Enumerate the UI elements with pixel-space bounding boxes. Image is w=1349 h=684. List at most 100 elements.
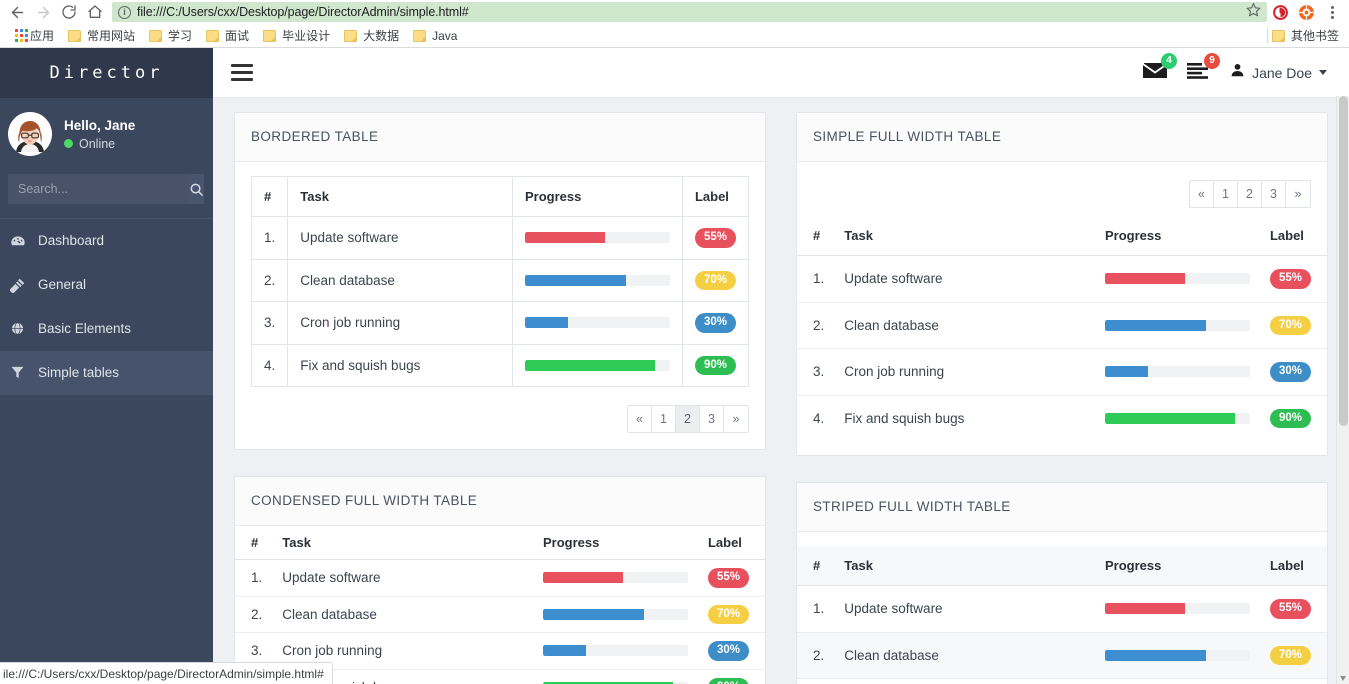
status-badge: 30% [707,641,749,661]
bookmarks-bar: 应用 常用网站 学习 面试 毕业设计 大数据 Java 其他书签 [0,24,1349,48]
row-progress [1094,348,1260,395]
progress-fill [1104,366,1149,378]
user-menu[interactable]: Jane Doe [1230,62,1327,83]
browser-status-bar: ile:///C:/Users/cxx/Desktop/page/Directo… [0,662,333,684]
user-status: Online [64,137,135,151]
card-body: # Task Progress Label 1. Update software [235,526,765,684]
sidebar-nav: Dashboard General Basic Elements Simple … [0,218,213,395]
pagination-bordered: « 1 2 3 » [251,405,749,433]
row-progress [511,258,683,302]
hamburger-icon[interactable] [231,64,253,81]
card-header: SIMPLE FULL WIDTH TABLE [797,113,1327,162]
column-header-task: Task [287,176,513,217]
brand-text: Director [49,63,164,83]
row-label: 90% [1259,394,1327,441]
row-number: 4. [250,343,289,387]
row-number: 2. [797,631,835,679]
status-badge: 90% [1269,408,1311,428]
sidebar-item-basic-elements[interactable]: Basic Elements [0,307,213,351]
pagination-page-1[interactable]: 1 [652,406,676,432]
row-progress [532,559,698,596]
pagination-prev[interactable]: « [628,406,652,432]
pagination-page-3[interactable]: 3 [1262,181,1286,207]
row-number: 2. [797,301,835,349]
home-icon[interactable] [82,1,108,23]
messages-button[interactable]: 4 [1143,52,1178,84]
row-progress [511,343,683,387]
pagination-page-2[interactable]: 2 [676,406,700,432]
progress-bar [1104,649,1250,661]
bordered-table: # Task Progress Label 1. Update software [250,176,750,387]
globe-icon [10,321,34,336]
folder-icon [344,29,358,42]
brand-logo[interactable]: Director [0,48,213,98]
progress-bar [1104,273,1250,285]
pagination-page-1[interactable]: 1 [1214,181,1238,207]
card-body: # Task Progress Label 1. Update software [797,532,1327,684]
other-bookmarks-button[interactable]: 其他书签 [1266,27,1343,44]
pagination-page-3[interactable]: 3 [700,406,724,432]
browser-nav-bar: i file:///C:/Users/cxx/Desktop/page/Dire… [0,0,1349,24]
row-task: Cron job running [834,348,1095,395]
bookmark-label: 大数据 [363,29,400,43]
scrollbar-thumb[interactable] [1339,96,1348,426]
reload-icon[interactable] [56,1,82,23]
status-bar-url: ile:///C:/Users/cxx/Desktop/page/Directo… [3,666,324,681]
column-header-progress: Progress [1094,216,1260,256]
other-bookmarks-label: 其他书签 [1290,29,1339,43]
status-badge: 55% [1269,599,1311,619]
caret-down-icon [1319,70,1327,75]
progress-fill [1104,319,1207,331]
bookmark-item[interactable]: 毕业设计 [256,27,337,44]
sidebar-item-simple-tables[interactable]: Simple tables [0,351,213,395]
extension-ball-icon[interactable] [1293,4,1319,21]
card-header: STRIPED FULL WIDTH TABLE [797,483,1327,532]
status-badge: 90% [707,677,749,684]
row-number: 2. [235,595,273,633]
sidebar-search [8,174,204,204]
address-bar[interactable]: i file:///C:/Users/cxx/Desktop/page/Dire… [112,2,1267,22]
search-input[interactable] [8,174,189,204]
bookmark-label: 学习 [168,29,193,43]
card-bordered-table: BORDERED TABLE # Task Progress Label 1. … [234,112,766,450]
row-task: Clean database [834,301,1095,349]
star-icon[interactable] [1240,2,1261,22]
search-button[interactable] [189,174,204,204]
site-info-icon[interactable]: i [118,5,131,19]
sidebar-item-general[interactable]: General [0,263,213,307]
bookmark-item[interactable]: 面试 [199,27,256,44]
bookmark-item[interactable]: Java [406,29,464,43]
dashboard-icon [10,233,34,249]
back-arrow-icon[interactable] [4,1,30,23]
browser-menu-icon[interactable] [1319,5,1345,19]
bookmark-label: Java [432,28,458,43]
pagination-next[interactable]: » [724,406,748,432]
bookmark-item[interactable]: 常用网站 [61,27,142,44]
bookmark-label: 毕业设计 [282,29,331,43]
column-header-progress: Progress [511,176,683,217]
tasks-button[interactable]: 9 [1187,52,1221,84]
bookmark-item[interactable]: 学习 [142,27,199,44]
striped-table: # Task Progress Label 1. Update software [797,546,1327,684]
pagination-prev[interactable]: « [1190,181,1214,207]
row-task: Fix and squish bugs [287,343,513,387]
page-scrollbar[interactable] [1336,96,1349,684]
progress-fill [1104,273,1185,285]
pagination-page-2[interactable]: 2 [1238,181,1262,207]
status-badge: 30% [694,313,736,333]
row-number: 3. [797,678,835,684]
row-label: 55% [1259,255,1327,302]
scroll-down-arrow-icon[interactable] [1340,676,1346,681]
bookmark-apps[interactable]: 应用 [6,27,61,44]
card-body: « 1 2 3 » # Task Progress Label 1. Updat… [797,162,1327,455]
folder-icon [206,29,220,42]
sidebar-item-label: Dashboard [38,233,105,248]
extension-shield-icon[interactable] [1267,4,1293,21]
forward-arrow-icon[interactable] [30,1,56,23]
user-greeting: Hello, Jane [64,117,136,133]
pagination-next[interactable]: » [1286,181,1310,207]
column-header-task: Task [272,526,533,560]
sidebar-item-dashboard[interactable]: Dashboard [0,219,213,263]
bookmark-item[interactable]: 大数据 [337,27,406,44]
user-status-label: Online [79,136,116,151]
